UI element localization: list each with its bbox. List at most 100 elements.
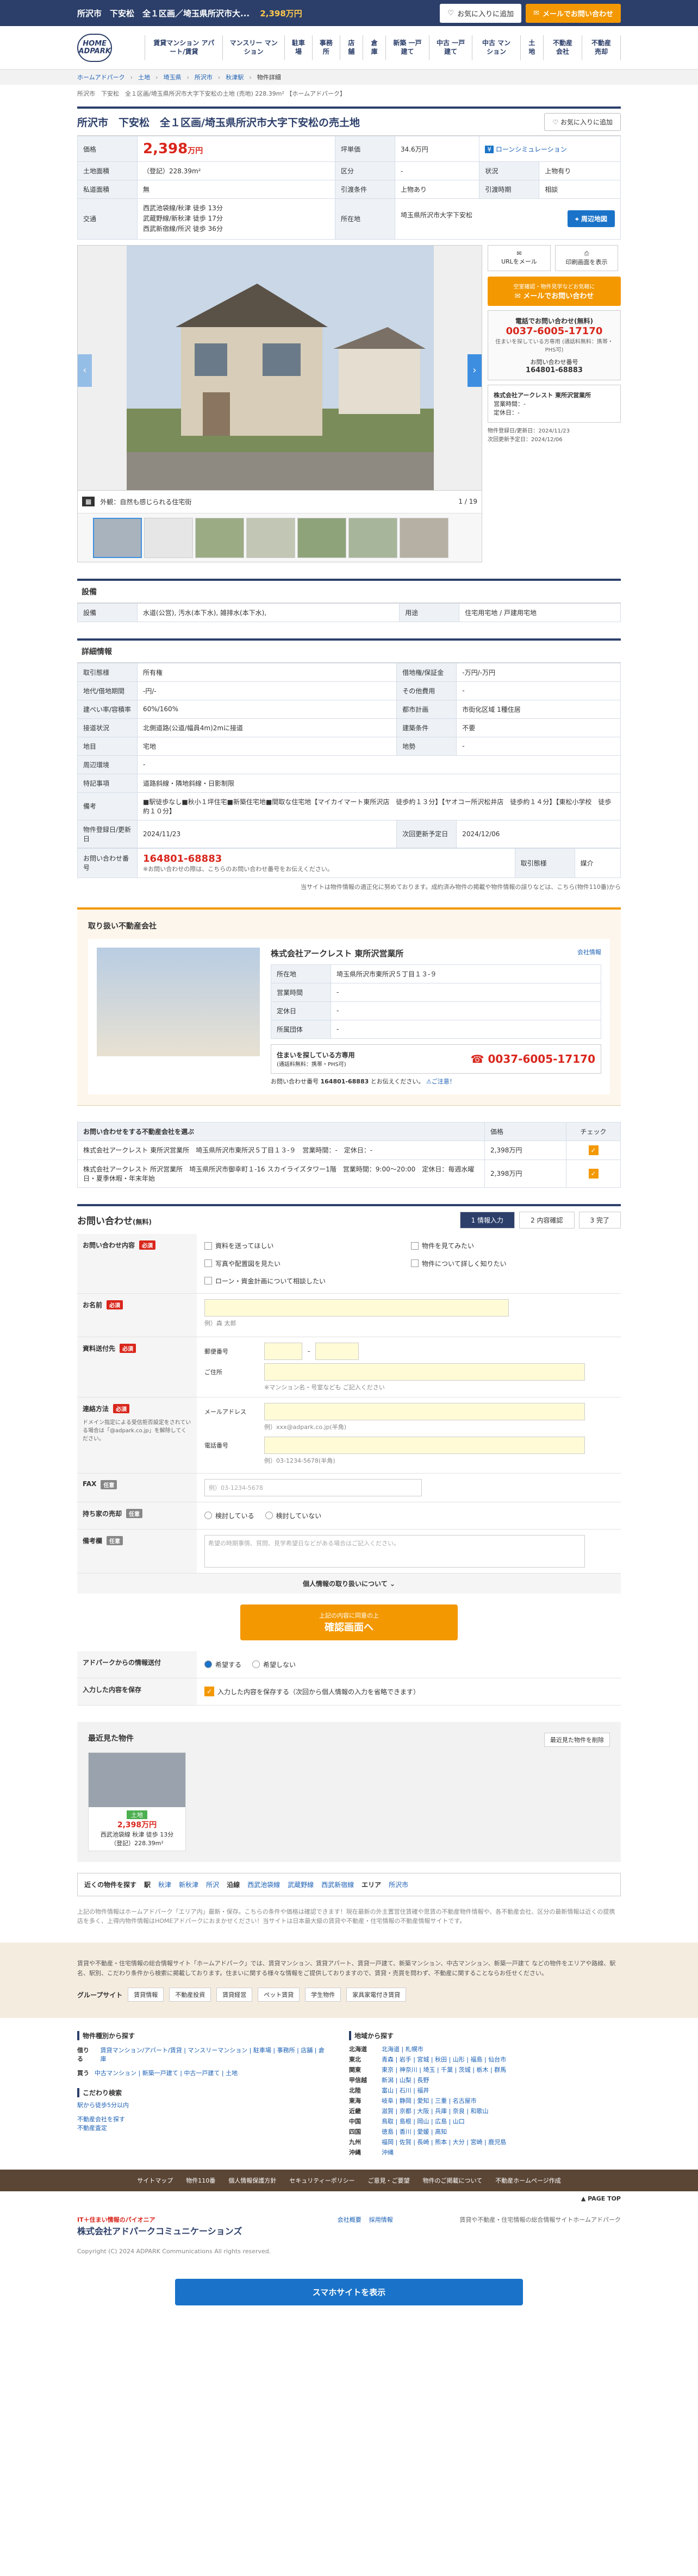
- thumbnail[interactable]: [93, 517, 142, 558]
- fax-input[interactable]: 例）03-1234-5678: [204, 1478, 422, 1496]
- group-link[interactable]: ペット賃貸: [258, 1988, 300, 2002]
- area-links[interactable]: 滋賀 | 京都 | 大阪 | 兵庫 | 奈良 | 和歌山: [382, 2107, 489, 2115]
- thumbnail[interactable]: [144, 517, 193, 558]
- footer-rent-links[interactable]: 賃貸マンション/アパート/賃貸 | マンスリーマンション | 駐車場 | 事務所…: [101, 2046, 327, 2063]
- gnav-sell[interactable]: 不動産 売却: [582, 35, 621, 60]
- footer-bar-link[interactable]: 物件のご掲載について: [423, 2176, 483, 2185]
- area-links[interactable]: 福岡 | 佐賀 | 長崎 | 熊本 | 大分 | 宮崎 | 鹿児島: [382, 2138, 506, 2146]
- nearby-link[interactable]: 武蔵野線: [288, 1880, 314, 1889]
- page-top-button[interactable]: ▲ PAGE TOP: [581, 2195, 621, 2202]
- fav-button[interactable]: ♡ お気に入りに追加: [544, 113, 621, 131]
- footer-bar-link[interactable]: 物件110番: [186, 2176, 215, 2185]
- gnav-used-house[interactable]: 中古 一戸建て: [429, 35, 473, 60]
- side-company-name[interactable]: 株式会社アークレスト 東所沢営業所: [494, 391, 615, 399]
- content-checkbox[interactable]: 写真や配置図を見たい: [204, 1257, 407, 1270]
- area-links[interactable]: 東京 | 神奈川 | 埼玉 | 千葉 | 茨城 | 栃木 | 群馬: [382, 2065, 506, 2074]
- thumbnail[interactable]: [246, 517, 295, 558]
- crumb-station[interactable]: 秋津駅: [226, 73, 244, 82]
- prev-photo-button[interactable]: ‹: [78, 354, 92, 387]
- side-mail-button[interactable]: 空室確認・物件見学などお気軽に ✉ メールでお問い合わせ: [488, 276, 621, 306]
- grid-icon[interactable]: ▦: [82, 497, 95, 507]
- footer-bar-link[interactable]: 不動産ホームページ作成: [495, 2176, 560, 2185]
- content-checkbox[interactable]: 資料を送ってほしい: [204, 1239, 407, 1252]
- footer-buy-links[interactable]: 中古マンション | 新築一戸建て | 中古一戸建て | 土地: [95, 2069, 238, 2077]
- main-photo[interactable]: ‹ ›: [78, 245, 482, 490]
- tel-input[interactable]: [264, 1436, 585, 1454]
- area-links[interactable]: 新潟 | 山梨 | 長野: [382, 2076, 429, 2084]
- footer-bar-link[interactable]: サイトマップ: [137, 2176, 173, 2185]
- gnav-monthly[interactable]: マンスリー マンション: [223, 35, 285, 60]
- footer-realtor-link[interactable]: 不動産会社を探す: [77, 2115, 327, 2123]
- nearby-link[interactable]: 秋津: [158, 1880, 171, 1889]
- confirm-button[interactable]: 上記の内容に同意の上 確認画面へ: [240, 1604, 458, 1640]
- nearby-link[interactable]: 西武池袋線: [247, 1880, 280, 1889]
- gnav-rent[interactable]: 賃貸マンション アパート/賃貸: [145, 35, 223, 60]
- area-links[interactable]: 富山 | 石川 | 福井: [382, 2086, 429, 2095]
- address-input[interactable]: [264, 1363, 585, 1381]
- loan-link-text[interactable]: ローンシミュレーション: [496, 146, 567, 153]
- thumbnail[interactable]: [348, 517, 397, 558]
- smartphone-site-button[interactable]: スマホサイトを表示: [175, 2279, 523, 2306]
- content-checkbox[interactable]: ローン・資金計画について相談したい: [204, 1274, 407, 1287]
- gnav-new-house[interactable]: 新築 一戸建て: [386, 35, 429, 60]
- tel-number[interactable]: 0037-6005-17170: [494, 325, 615, 337]
- nearby-link[interactable]: 西武新宿線: [321, 1880, 354, 1889]
- footer-company-link[interactable]: 採用情報: [369, 2215, 393, 2255]
- sell-radio-yes[interactable]: 検討している: [204, 1511, 254, 1520]
- zip-input-2[interactable]: [315, 1342, 359, 1360]
- footer-company-name[interactable]: 株式会社アドパークコミュニケーションズ: [77, 2224, 271, 2237]
- recent-clear-button[interactable]: 最近見た物件を削除: [544, 1732, 610, 1747]
- detail-notice[interactable]: 当サイトは物件情報の適正化に努めております。成約済み物件の掲載や物件情報の誤りな…: [77, 882, 621, 891]
- gnav-land[interactable]: 土地: [521, 35, 544, 60]
- choose-checkbox[interactable]: ✓: [588, 1168, 599, 1179]
- news-radio-yes[interactable]: 希望する: [204, 1660, 241, 1669]
- crumb-land[interactable]: 土地: [138, 73, 150, 82]
- choose-checkbox[interactable]: ✓: [588, 1145, 599, 1155]
- company-info-link[interactable]: 会社情報: [577, 948, 601, 959]
- gnav-shop[interactable]: 店舗: [340, 35, 363, 60]
- zip-input-1[interactable]: [264, 1342, 302, 1360]
- footer-bar-link[interactable]: セキュリティーポリシー: [289, 2176, 354, 2185]
- topbar-fav-button[interactable]: ♡ お気に入りに追加: [440, 3, 522, 23]
- email-input[interactable]: [264, 1402, 585, 1420]
- area-links[interactable]: 鳥取 | 島根 | 岡山 | 広島 | 山口: [382, 2117, 465, 2126]
- next-photo-button[interactable]: ›: [468, 354, 482, 387]
- crumb-city[interactable]: 所沢市: [195, 73, 213, 82]
- footer-satei-link[interactable]: 不動産査定: [77, 2123, 327, 2132]
- area-links[interactable]: 北海道 | 札幌市: [382, 2045, 423, 2053]
- loan-link[interactable]: ¥ ローンシミュレーション: [479, 136, 621, 162]
- gnav-office[interactable]: 事務所: [313, 35, 340, 60]
- logo[interactable]: HOME ADPARK: [77, 34, 113, 62]
- group-link[interactable]: 学生物件: [305, 1988, 341, 2002]
- sell-radio-no[interactable]: 検討していない: [265, 1511, 321, 1520]
- print-button[interactable]: ⎙ 印刷画面を表示: [555, 245, 618, 271]
- area-links[interactable]: 徳島 | 香川 | 愛媛 | 高知: [382, 2127, 447, 2136]
- area-links[interactable]: 沖縄: [382, 2148, 394, 2157]
- company-tel-number[interactable]: ☎ 0037-6005-17170: [471, 1052, 595, 1066]
- nearby-link[interactable]: 所沢: [206, 1880, 219, 1889]
- content-checkbox[interactable]: 物件について詳しく知りたい: [411, 1257, 613, 1270]
- footer-kodawari-link[interactable]: 駅から徒歩5分以内: [77, 2101, 327, 2109]
- company-name[interactable]: 株式会社アークレスト 東所沢営業所: [271, 948, 403, 959]
- map-button[interactable]: ⌖ 周辺地図: [568, 210, 615, 228]
- gnav-realtor[interactable]: 不動産 会社: [544, 35, 582, 60]
- area-links[interactable]: 岐阜 | 静岡 | 愛知 | 三重 | 名古屋市: [382, 2096, 477, 2105]
- gnav-warehouse[interactable]: 倉庫: [363, 35, 387, 60]
- privacy-toggle[interactable]: 個人情報の取り扱いについて ⌄: [77, 1573, 621, 1594]
- name-input[interactable]: [204, 1299, 509, 1317]
- thumbnail[interactable]: [195, 517, 244, 558]
- topbar-mail-button[interactable]: ✉ メールでお問い合わせ: [526, 3, 621, 23]
- footer-company-link[interactable]: 会社概要: [338, 2215, 362, 2255]
- thumbnail[interactable]: [400, 517, 448, 558]
- group-link[interactable]: 賃貸経営: [216, 1988, 253, 2002]
- footer-bar-link[interactable]: 個人情報保護方針: [228, 2176, 276, 2185]
- group-link[interactable]: 家具家電付き賃貸: [346, 1988, 407, 2002]
- save-checkbox[interactable]: ✓ 入力した内容を保存する（次回から個人情報の入力を省略できます）: [204, 1687, 420, 1697]
- nearby-link[interactable]: 新秋津: [179, 1880, 198, 1889]
- caution-link[interactable]: ⚠ご注意！: [426, 1078, 456, 1085]
- gnav-parking[interactable]: 駐車場: [285, 35, 313, 60]
- crumb-home[interactable]: ホームアドパーク: [77, 73, 125, 82]
- news-radio-no[interactable]: 希望しない: [252, 1660, 296, 1669]
- memo-textarea[interactable]: 希望の時期事情、質問、見学希望日などがある場合はご記入ください。: [204, 1534, 585, 1568]
- recent-card[interactable]: 土地 2,398万円 西武池袋線 秋津 徒歩 13分 （登記）228.39m²: [88, 1752, 186, 1851]
